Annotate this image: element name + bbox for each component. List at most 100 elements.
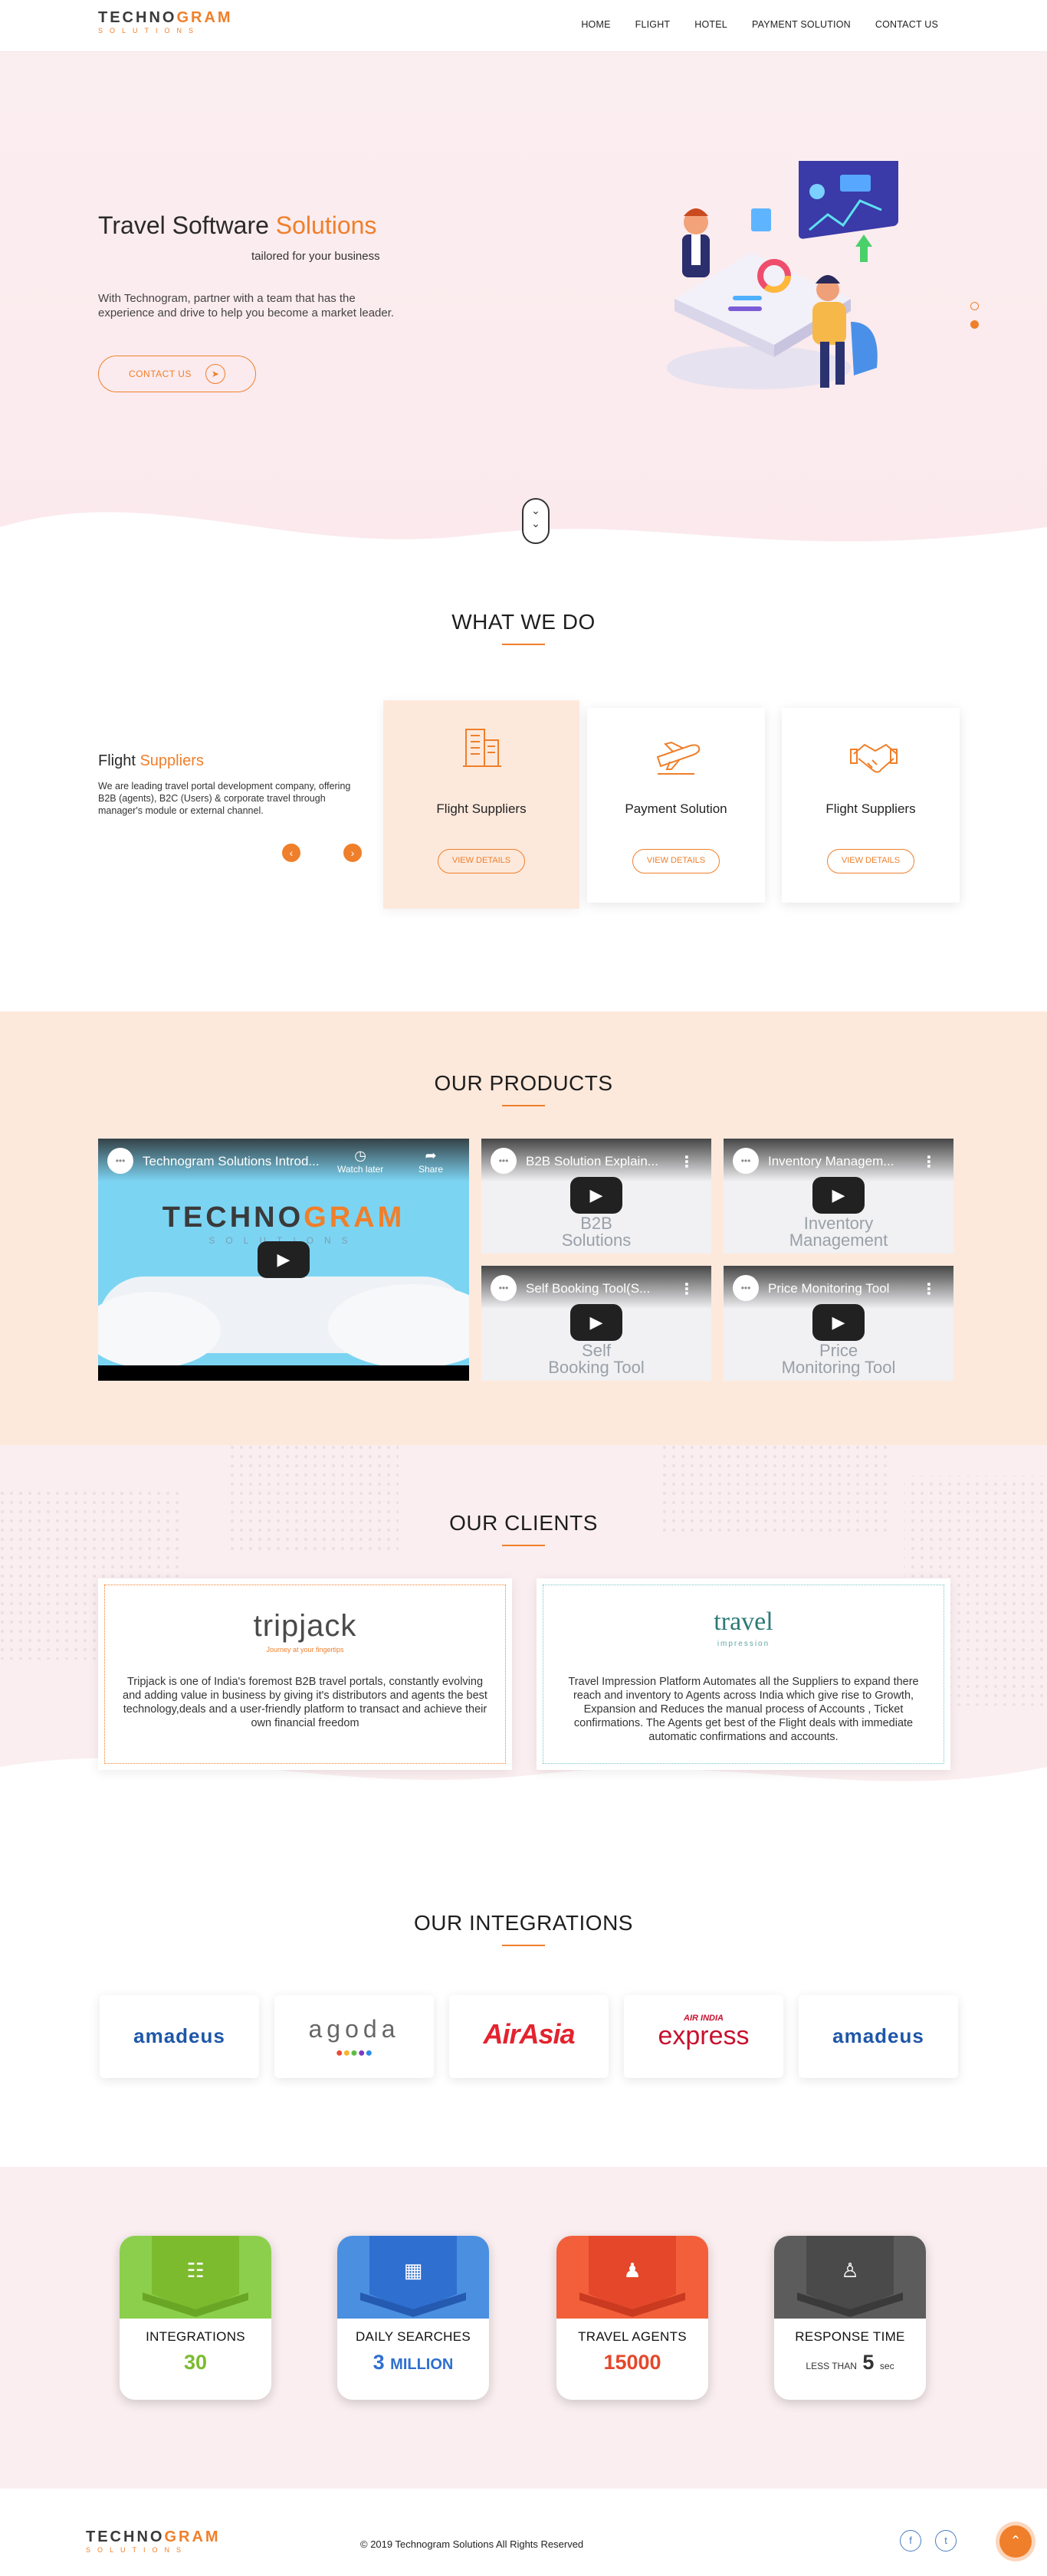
thumbnail-text-line2: Management — [789, 1231, 888, 1250]
watch-later-button[interactable]: ◷ Watch later — [337, 1148, 383, 1175]
nav-hotel[interactable]: HOTEL — [694, 19, 727, 30]
service-card[interactable]: Payment Solution VIEW DETAILS — [587, 708, 765, 903]
hero-wave — [0, 512, 1047, 604]
chevron-left-icon: ‹ — [289, 847, 294, 859]
play-icon: ▶ — [589, 1185, 603, 1204]
building-icon — [463, 729, 501, 767]
service-card[interactable]: Flight Suppliers VIEW DETAILS — [782, 708, 960, 903]
watch-later-label: Watch later — [337, 1164, 384, 1175]
more-options-icon[interactable]: ⋮ — [679, 1152, 694, 1172]
nav-contact-us[interactable]: CONTACT US — [875, 19, 938, 30]
site-header: TECHNOGRAM SOLUTIONS HOME FLIGHT HOTEL P… — [0, 0, 1047, 52]
copyright-text: © 2019 Technogram Solutions All Rights R… — [360, 2538, 584, 2550]
video-thumbnail[interactable]: ••• Self Booking Tool(S... ⋮ Self Bookin… — [481, 1266, 711, 1381]
client-description: Tripjack is one of India's foremost B2B … — [123, 1676, 487, 1729]
partner-logo-airasia: AirAsia — [449, 1995, 609, 2078]
thumbnail-text-line2: Monitoring Tool — [781, 1358, 896, 1377]
nav-payment-solution[interactable]: PAYMENT SOLUTION — [752, 19, 851, 30]
travel-logo-text: travel — [714, 1608, 773, 1636]
view-details-button[interactable]: VIEW DETAILS — [438, 849, 525, 873]
main-video-player[interactable]: ••• Technogram Solutions Introd... ◷ Watc… — [98, 1139, 469, 1381]
play-icon: ▶ — [277, 1250, 290, 1269]
play-icon: ▶ — [589, 1313, 603, 1332]
stat-card-travel-agents: ♟ TRAVEL AGENTS 15000 — [556, 2236, 708, 2400]
twitter-icon[interactable]: t — [935, 2530, 957, 2551]
tripjack-logo-text: tripjack — [253, 1609, 357, 1643]
products-title: OUR PRODUCTS — [434, 1071, 613, 1095]
hero-title-main: Travel Software — [98, 211, 269, 239]
stat-value-number: 3 — [373, 2351, 385, 2374]
video-title: B2B Solution Explain... — [526, 1154, 658, 1168]
share-button[interactable]: ➦ Share — [418, 1148, 443, 1175]
channel-avatar: ••• — [491, 1148, 517, 1174]
chevron-right-icon: › — [350, 847, 355, 859]
video-thumbnail[interactable]: ••• B2B Solution Explain... ⋮ B2B Soluti… — [481, 1139, 711, 1254]
logo-subtitle: SOLUTIONS — [98, 27, 201, 34]
logo[interactable]: TECHNOGRAM SOLUTIONS — [98, 9, 233, 34]
main-nav: HOME FLIGHT HOTEL PAYMENT SOLUTION CONTA… — [556, 19, 938, 30]
stat-value-prefix: LESS THAN — [806, 2361, 857, 2371]
back-to-top-button[interactable]: ⌃ — [999, 2525, 1032, 2558]
heading-accent: Suppliers — [139, 752, 204, 769]
more-options-icon[interactable]: ⋮ — [679, 1280, 694, 1299]
stat-label: INTEGRATIONS — [146, 2329, 245, 2344]
client-description: Travel Impression Platform Automates all… — [568, 1676, 919, 1743]
slider-dot-2[interactable] — [970, 320, 979, 329]
plane-icon — [656, 741, 701, 775]
share-icon: ➦ — [425, 1148, 437, 1163]
thumbnail-text-line1: Inventory — [803, 1214, 874, 1233]
video-thumbnail[interactable]: ••• Inventory Managem... ⋮ Inventory Man… — [724, 1139, 953, 1254]
view-details-button[interactable]: VIEW DETAILS — [632, 849, 720, 873]
contact-us-button[interactable]: CONTACT US ➤ — [98, 356, 256, 392]
stat-card-header: ☷ — [120, 2236, 271, 2319]
nav-home[interactable]: HOME — [581, 19, 610, 30]
clock-icon: ◷ — [354, 1148, 366, 1163]
client-card-travel-impression: travel impression Travel Impression Plat… — [537, 1578, 950, 1770]
what-we-do-text: We are leading travel portal development… — [98, 781, 351, 816]
stat-value: 15000 — [603, 2351, 661, 2374]
thumbnail-text-line1: Price — [819, 1341, 858, 1360]
arrow-up-icon: ⌃ — [1009, 2533, 1022, 2548]
play-button[interactable]: ▶ — [258, 1241, 310, 1278]
prev-arrow-button[interactable]: ‹ — [282, 844, 300, 862]
hero-tagline: tailored for your business — [251, 250, 380, 263]
agoda-dots: ●●●●● — [335, 2047, 373, 2060]
play-icon: ▶ — [832, 1313, 845, 1332]
arrow-right-icon: ➤ — [205, 364, 225, 384]
stat-value: 3 MILLION — [337, 2351, 489, 2374]
facebook-icon[interactable]: f — [900, 2530, 921, 2551]
nav-flight[interactable]: FLIGHT — [635, 19, 671, 30]
hero-title-accent: Solutions — [275, 211, 377, 239]
title-underline — [502, 644, 545, 645]
stat-value: LESS THAN 5 sec — [774, 2351, 926, 2374]
stat-value-unit: sec — [879, 2361, 894, 2371]
slider-dot-1[interactable] — [970, 302, 979, 310]
chevron-down-icon: ⌄ ⌄ — [531, 504, 540, 529]
thumbnail-text-line2: Booking Tool — [548, 1358, 645, 1377]
logo-text-gram: GRAM — [176, 9, 233, 26]
play-button[interactable]: ▶ — [812, 1304, 865, 1341]
share-label: Share — [418, 1164, 444, 1175]
footer-logo[interactable]: TECHNOGRAM SOLUTIONS — [86, 2528, 221, 2554]
more-options-icon[interactable]: ⋮ — [921, 1280, 937, 1299]
logo-text-gram: GRAM — [164, 2528, 221, 2545]
video-thumbnail[interactable]: ••• Price Monitoring Tool ⋮ Price Monito… — [724, 1266, 953, 1381]
brand-gram: GRAM — [304, 1201, 405, 1234]
agent-icon: ♟ — [623, 2259, 642, 2282]
scroll-down-indicator[interactable]: ⌄ ⌄ — [522, 498, 550, 544]
play-button[interactable]: ▶ — [570, 1304, 622, 1341]
stat-card-response-time: ♙ RESPONSE TIME LESS THAN 5 sec — [774, 2236, 926, 2400]
thumbnail-text-line1: B2B — [580, 1214, 612, 1233]
more-options-icon[interactable]: ⋮ — [921, 1152, 937, 1172]
service-card-title: Payment Solution — [625, 801, 727, 816]
contact-us-label: CONTACT US — [129, 369, 192, 379]
play-button[interactable]: ▶ — [812, 1177, 865, 1214]
next-arrow-button[interactable]: › — [343, 844, 362, 862]
service-card[interactable]: Flight Suppliers VIEW DETAILS — [383, 700, 579, 909]
view-details-button[interactable]: VIEW DETAILS — [827, 849, 914, 873]
video-brand: TECHNOGRAM — [98, 1201, 469, 1234]
play-button[interactable]: ▶ — [570, 1177, 622, 1214]
hero-title: Travel Software Solutions — [98, 211, 376, 240]
network-icon: ▦ — [403, 2259, 423, 2282]
channel-avatar: ••• — [733, 1148, 759, 1174]
